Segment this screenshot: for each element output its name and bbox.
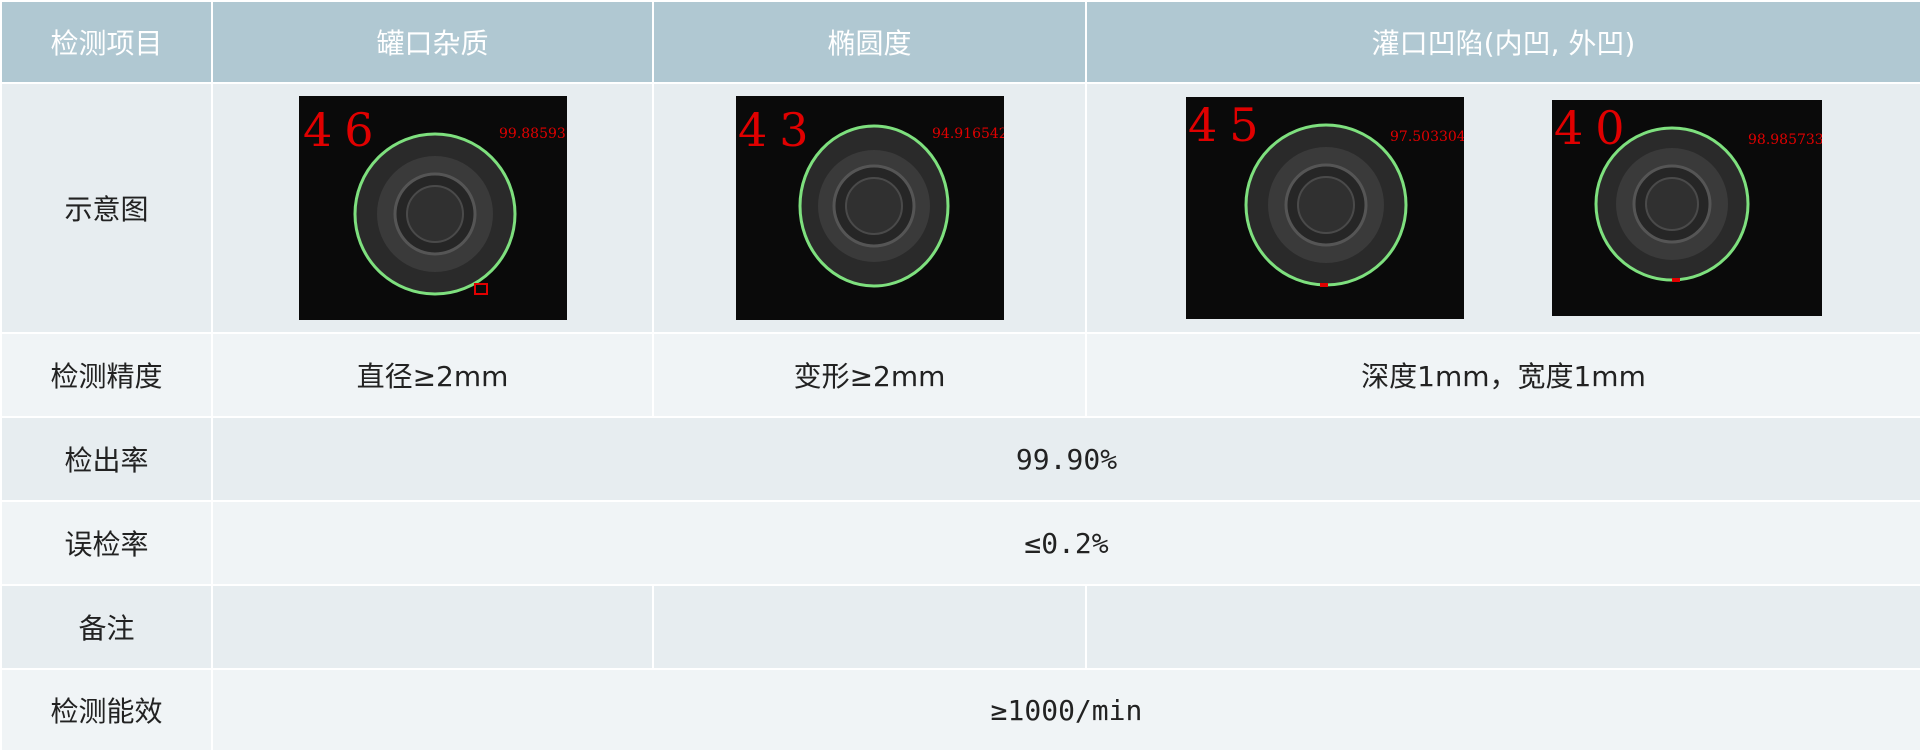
- image-score-label: 94.916542: [932, 126, 1004, 142]
- precision-label: 检测精度: [0, 332, 213, 418]
- inner-dent-inspection-image: 45 97.503304: [1185, 97, 1464, 319]
- outer-dent-inspection-image: 40 98.985733: [1551, 100, 1822, 316]
- impurity-inspection-image: 46 99.885937: [298, 96, 567, 320]
- precision-ovality: 变形≥2mm: [652, 332, 1087, 418]
- header-row: 检测项目 罐口杂质 椭圆度 灌口凹陷(内凹, 外凹): [0, 0, 1920, 84]
- spec-table: 检测项目 罐口杂质 椭圆度 灌口凹陷(内凹, 外凹) 示意图 46 99.885…: [0, 0, 1920, 752]
- efficiency-row: 检测能效 ≥1000/min: [0, 668, 1920, 752]
- dent-diagram-cell: 45 97.503304 40 98.985733: [1085, 82, 1920, 334]
- image-score-label: 97.503304: [1390, 129, 1464, 145]
- efficiency-value: ≥1000/min: [211, 668, 1920, 752]
- efficiency-label: 检测能效: [0, 668, 213, 752]
- remark-row: 备注: [0, 584, 1920, 670]
- false-rate-value: ≤0.2%: [211, 500, 1920, 586]
- detection-rate-label: 检出率: [0, 416, 213, 502]
- image-score-label: 98.985733: [1748, 132, 1822, 148]
- header-impurity: 罐口杂质: [211, 0, 654, 84]
- image-count-label: 46: [303, 103, 386, 157]
- ovality-diagram-cell: 43 94.916542: [652, 82, 1087, 334]
- impurity-diagram-cell: 46 99.885937: [211, 82, 654, 334]
- remark-label: 备注: [0, 584, 213, 670]
- image-count-label: 45: [1188, 98, 1271, 152]
- detection-rate-row: 检出率 99.90%: [0, 416, 1920, 502]
- detection-rate-value: 99.90%: [211, 416, 1920, 502]
- false-rate-row: 误检率 ≤0.2%: [0, 500, 1920, 586]
- diagram-label: 示意图: [0, 82, 213, 334]
- remark-ovality: [652, 584, 1087, 670]
- precision-impurity: 直径≥2mm: [211, 332, 654, 418]
- remark-dent: [1085, 584, 1920, 670]
- header-item: 检测项目: [0, 0, 213, 84]
- header-ovality: 椭圆度: [652, 0, 1087, 84]
- image-count-label: 40: [1554, 101, 1637, 155]
- false-rate-label: 误检率: [0, 500, 213, 586]
- ovality-inspection-image: 43 94.916542: [735, 96, 1004, 320]
- diagram-row: 示意图 46 99.885937: [0, 82, 1920, 334]
- precision-dent: 深度1mm，宽度1mm: [1085, 332, 1920, 418]
- image-score-label: 99.885937: [499, 126, 567, 142]
- header-dent: 灌口凹陷(内凹, 外凹): [1085, 0, 1920, 84]
- image-count-label: 43: [738, 103, 821, 157]
- remark-impurity: [211, 584, 654, 670]
- precision-row: 检测精度 直径≥2mm 变形≥2mm 深度1mm，宽度1mm: [0, 332, 1920, 418]
